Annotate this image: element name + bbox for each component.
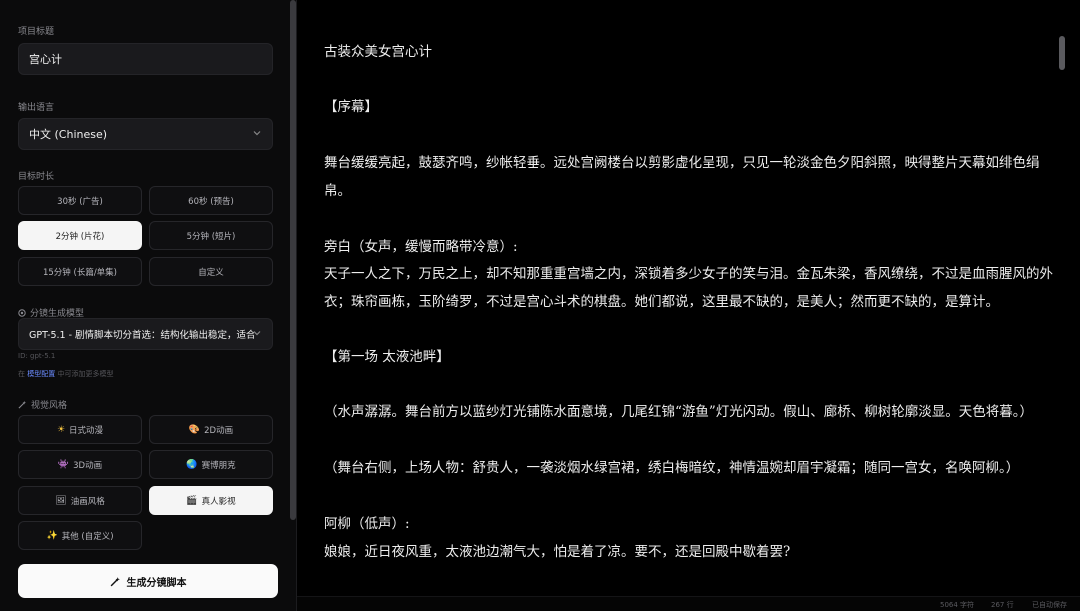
sparkle-icon: ✨ <box>46 530 58 541</box>
hint-text: 中可添加更多模型 <box>57 370 114 378</box>
doc-paragraph: 舞台缓缓亮起，鼓瑟齐鸣，纱帐轻垂。远处宫阙楼台以剪影虚化呈现，只见一轮淡金色夕阳… <box>324 155 1040 199</box>
model-config-hint: 在 模型配置 中可添加更多模型 <box>18 369 113 379</box>
script-editor[interactable]: 古装众美女宫心计 【序幕】 舞台缓缓亮起，鼓瑟齐鸣，纱帐轻垂。远处宫阙楼台以剪影… <box>297 0 1080 611</box>
doc-paragraph: （舞台右侧，上场人物：舒贵人，一袭淡烟水绿宫裙，绣白梅暗纹，神情温婉却眉宇凝霜；… <box>324 460 1020 476</box>
style-option-label: 2D动画 <box>204 425 234 436</box>
duration-option-selected[interactable]: 2分钟 (片花) <box>18 221 142 250</box>
globe-icon: 🌏 <box>186 459 198 470</box>
left-scrollbar[interactable] <box>290 0 296 520</box>
duration-option[interactable]: 5分钟 (短片) <box>149 221 273 250</box>
doc-paragraph: 旁白（女声，缓慢而略带冷意）: <box>324 239 518 255</box>
doc-paragraph: （水声潺潺。舞台前方以蓝纱灯光铺陈水面意境，几尾红锦“游鱼”灯光闪动。假山、廊桥… <box>324 404 1034 420</box>
status-bar: 5064 字符 267 行 已自动保存 <box>297 596 1080 611</box>
line-count: 267 行 <box>991 601 1014 609</box>
style-option-label: 3D动画 <box>73 460 103 471</box>
style-label: 视觉风格 <box>31 401 68 411</box>
style-option-label: 日式动漫 <box>69 425 104 436</box>
magic-wand-icon <box>18 400 27 409</box>
duration-option-custom[interactable]: 自定义 <box>149 257 273 286</box>
model-value: GPT-5.1 - 剧情脚本切分首选：结构化输出稳定，适合 <box>29 330 254 341</box>
doc-paragraph: 天子一人之下，万民之上，却不知那重重宫墙之内，深锁着多少女子的笑与泪。金瓦朱梁，… <box>324 266 1053 310</box>
style-option-label: 其他 (自定义) <box>61 531 114 542</box>
save-status: 已自动保存 <box>1032 601 1067 609</box>
duration-option[interactable]: 15分钟 (长篇/单集) <box>18 257 142 286</box>
magic-wand-icon <box>110 576 120 586</box>
duration-label: 目标时长 <box>18 172 55 182</box>
style-option-label: 真人影视 <box>201 496 236 507</box>
duration-option[interactable]: 30秒 (广告) <box>18 186 142 215</box>
style-option-custom[interactable]: ✨ 其他 (自定义) <box>18 521 142 550</box>
chevron-down-icon <box>253 131 261 136</box>
chevron-down-icon <box>253 331 261 336</box>
editor-scrollbar[interactable] <box>1059 36 1065 70</box>
doc-paragraph: 娘娘，近日夜风重，太液池边潮气大，怕是着了凉。要不，还是回殿中歇着罢? <box>324 544 791 560</box>
model-config-link[interactable]: 模型配置 <box>27 370 55 378</box>
settings-panel: 项目标题 宫心计 输出语言 中文 (Chinese) 目标时长 30秒 (广告)… <box>0 0 297 611</box>
generate-label: 生成分镜脚本 <box>126 577 187 589</box>
doc-title: 古装众美女宫心计 <box>324 44 432 60</box>
model-select[interactable]: GPT-5.1 - 剧情脚本切分首选：结构化输出稳定，适合 <box>18 318 273 350</box>
style-option[interactable]: 👾 3D动画 <box>18 450 142 479</box>
settings-scroll-area: 项目标题 宫心计 输出语言 中文 (Chinese) 目标时长 30秒 (广告)… <box>0 0 290 611</box>
language-value: 中文 (Chinese) <box>29 128 108 141</box>
picture-icon: 🖼 <box>55 495 67 506</box>
style-option-label: 赛博朋克 <box>201 460 236 471</box>
style-option-label: 油画风格 <box>70 496 105 507</box>
doc-paragraph: 阿柳（低声）: <box>324 516 410 532</box>
style-option[interactable]: 🌏 赛博朋克 <box>149 450 273 479</box>
style-option[interactable]: 🖼 油画风格 <box>18 486 142 515</box>
style-option-selected[interactable]: 🎬 真人影视 <box>149 486 273 515</box>
model-id: ID: gpt-5.1 <box>18 352 56 360</box>
style-label-row: 视觉风格 <box>18 398 67 411</box>
sun-icon: ☀ <box>56 424 66 435</box>
duration-option[interactable]: 60秒 (预告) <box>149 186 273 215</box>
project-title-label: 项目标题 <box>18 27 55 37</box>
cube-icon: 👾 <box>57 459 70 470</box>
clapper-icon: 🎬 <box>186 495 198 506</box>
project-title-input[interactable]: 宫心计 <box>18 43 273 75</box>
language-select[interactable]: 中文 (Chinese) <box>18 118 273 150</box>
style-option[interactable]: ☀ 日式动漫 <box>18 415 142 444</box>
language-label: 输出语言 <box>18 103 55 113</box>
hint-text: 在 <box>18 370 25 378</box>
style-option[interactable]: 🎨 2D动画 <box>149 415 273 444</box>
doc-section-heading: 【序幕】 <box>324 99 378 115</box>
doc-section-heading: 【第一场 太液池畔】 <box>324 349 450 365</box>
char-count: 5064 字符 <box>940 601 975 609</box>
generate-storyboard-button[interactable]: 生成分镜脚本 <box>18 564 278 598</box>
palette-icon: 🎨 <box>188 424 201 435</box>
model-icon <box>18 308 26 317</box>
